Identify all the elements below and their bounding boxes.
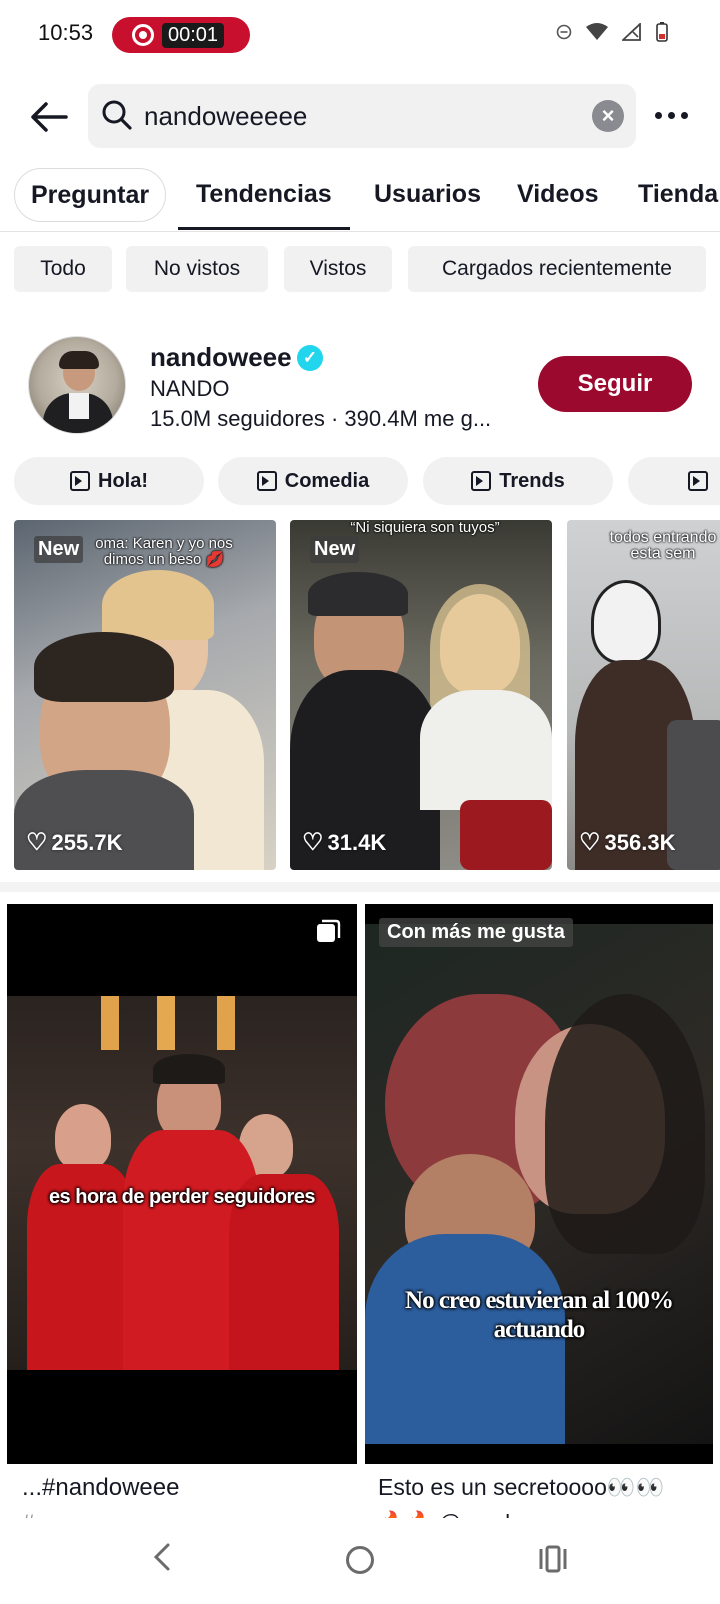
record-timer: 00:01 — [162, 22, 225, 48]
search-tabs: Preguntar Tendencias Usuarios Videos Tie… — [0, 164, 720, 232]
new-badge: New — [34, 536, 84, 563]
wifi-icon — [586, 23, 608, 40]
signal-icon — [622, 23, 641, 41]
card-overlay-text: es hora de perder seguidores — [48, 1186, 316, 1208]
thumbnail-caption: todos entrando esta sem — [609, 529, 717, 562]
playlist-icon — [471, 471, 492, 491]
nav-back-icon[interactable] — [152, 1542, 172, 1572]
card-title[interactable]: Esto es un secretoooo👀👀 — [378, 1474, 708, 1501]
heart-icon: ♡ — [302, 829, 324, 856]
thumbnail-caption: “Ni siquiera son tuyos” — [350, 520, 500, 536]
clear-search-icon[interactable]: × — [592, 100, 624, 132]
video-thumbnail[interactable]: New oma: Karen y yo nos dimos un beso 💋 … — [14, 520, 276, 870]
dnd-icon — [556, 24, 572, 40]
playlist-label: Trends — [499, 469, 565, 492]
playlist-icon — [256, 471, 277, 491]
playlist-more[interactable] — [628, 457, 720, 505]
new-badge: New — [310, 536, 360, 563]
video-card[interactable]: Con más me gusta No creo estuvieran al 1… — [365, 904, 713, 1464]
playlist-comedia[interactable]: Comedia — [218, 457, 408, 505]
record-icon — [132, 24, 154, 46]
status-icons — [556, 22, 668, 42]
tab-tendencias[interactable]: Tendencias — [178, 164, 350, 232]
follow-button[interactable]: Seguir — [538, 356, 692, 412]
video-thumbnail[interactable]: todos entrando esta sem ♡ 356.3K — [567, 520, 720, 870]
playlist-label: Comedia — [284, 469, 370, 492]
search-field[interactable]: nandoweeeee × — [88, 84, 636, 148]
nav-home-icon[interactable] — [346, 1546, 374, 1574]
status-time: 10:53 — [38, 20, 94, 45]
heart-icon: ♡ — [579, 829, 601, 856]
more-options-icon[interactable] — [648, 100, 694, 130]
tab-videos[interactable]: Videos — [517, 164, 599, 232]
thumbnail-caption: oma: Karen y yo nos dimos un beso 💋 — [95, 535, 233, 568]
filter-no-vistos[interactable]: No vistos — [126, 246, 268, 292]
back-arrow-icon[interactable] — [28, 95, 72, 139]
tab-preguntar[interactable]: Preguntar — [14, 168, 167, 222]
avatar[interactable] — [28, 336, 126, 434]
playlist-trends[interactable]: Trends — [423, 457, 613, 505]
screen-record-indicator[interactable]: 00:01 — [112, 17, 250, 53]
playlist-hola[interactable]: Hola! — [14, 457, 204, 505]
section-divider — [0, 882, 720, 892]
search-query[interactable]: nandoweeeee — [144, 101, 307, 132]
tab-tienda[interactable]: Tienda — [638, 164, 718, 232]
video-card[interactable]: es hora de perder seguidores — [7, 904, 357, 1464]
photo-carousel-icon — [317, 919, 341, 942]
like-count: ♡ 356.3K — [579, 829, 676, 856]
system-nav-bar — [0, 1518, 720, 1604]
username[interactable]: nandoweee — [150, 342, 292, 373]
card-overlay-text: No creo estuvieran al 100% actuando — [405, 1287, 674, 1343]
filter-todo[interactable]: Todo — [14, 246, 112, 292]
playlist-label: Hola! — [98, 469, 148, 492]
nickname: NANDO — [150, 376, 230, 401]
most-liked-tag: Con más me gusta — [379, 918, 573, 947]
nav-recents-icon[interactable] — [538, 1544, 568, 1574]
tab-usuarios[interactable]: Usuarios — [374, 164, 481, 232]
card-title[interactable]: ...#nandoweee — [22, 1474, 352, 1502]
status-bar: 10:53 00:01 — [0, 0, 720, 72]
playlist-icon — [688, 471, 708, 491]
playlist-icon — [70, 471, 90, 491]
filter-vistos[interactable]: Vistos — [284, 246, 392, 292]
user-stats: 15.0M seguidores · 390.4M me g... — [150, 406, 492, 431]
like-count: ♡ 255.7K — [26, 829, 123, 856]
like-count: ♡ 31.4K — [302, 829, 387, 856]
video-thumbnail[interactable]: New “Ni siquiera son tuyos” ♡ 31.4K — [290, 520, 552, 870]
battery-icon — [656, 22, 668, 42]
search-icon — [102, 100, 132, 130]
verified-badge-icon: ✓ — [297, 345, 323, 371]
filter-cargados-recientemente[interactable]: Cargados recientemente — [408, 246, 706, 292]
heart-icon: ♡ — [26, 829, 48, 856]
